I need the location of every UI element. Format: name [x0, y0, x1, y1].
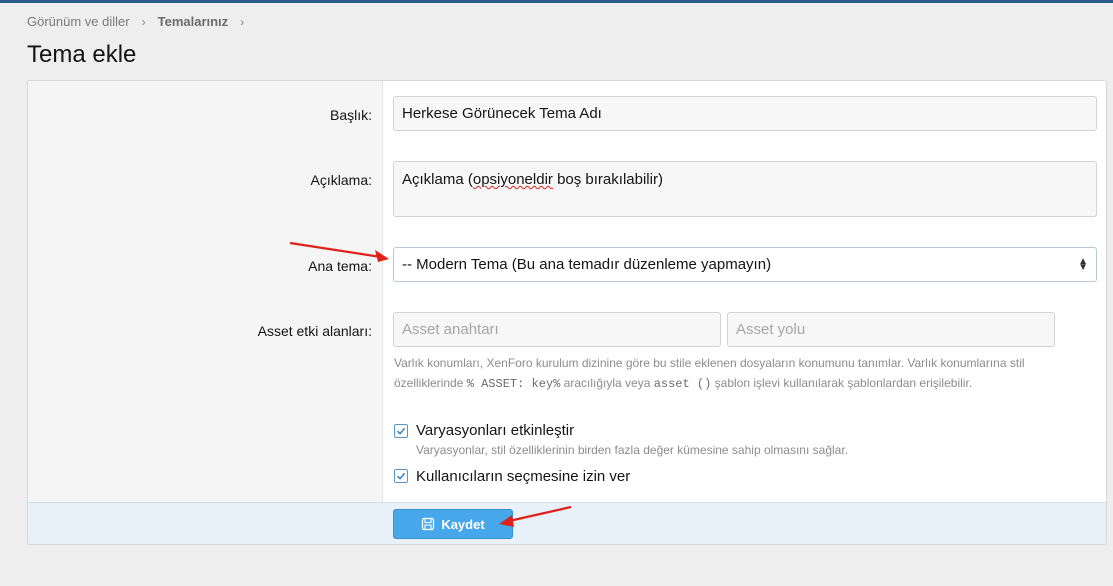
variations-checkbox[interactable] — [394, 424, 408, 438]
check-icon — [396, 472, 406, 480]
parent-theme-value: -- Modern Tema (Bu ana temadır düzenleme… — [402, 256, 772, 273]
save-button[interactable]: Kaydet — [393, 509, 513, 539]
page-title: Tema ekle — [27, 41, 137, 68]
parent-theme-select[interactable]: -- Modern Tema (Bu ana temadır düzenleme… — [393, 247, 1097, 282]
user-select-checkbox[interactable] — [394, 469, 408, 483]
asset-hint: Varlık konumları, XenForo kurulum dizini… — [394, 356, 1025, 391]
label-column — [28, 81, 383, 502]
variations-hint: Varyasyonlar, stil özelliklerinin birden… — [416, 443, 848, 457]
description-textarea[interactable]: Açıklama (opsiyoneldir boş bırakılabilir… — [393, 161, 1097, 217]
asset-key-input[interactable]: Asset anahtarı — [393, 312, 721, 347]
description-label: Açıklama: — [310, 172, 372, 188]
asset-key-placeholder: Asset anahtarı — [402, 321, 499, 338]
asset-path-placeholder: Asset yolu — [736, 321, 806, 338]
breadcrumb: Görünüm ve diller › Temalarınız › — [27, 14, 256, 29]
breadcrumb-separator: › — [141, 14, 146, 29]
theme-form: Başlık: Herkese Görünecek Tema Adı Açıkl… — [27, 80, 1107, 545]
save-icon — [422, 517, 435, 531]
title-input[interactable]: Herkese Görünecek Tema Adı — [393, 96, 1097, 131]
description-value: Açıklama (opsiyoneldir boş bırakılabilir… — [402, 171, 663, 188]
breadcrumb-separator: › — [240, 14, 245, 29]
form-footer — [28, 502, 1106, 544]
variations-label[interactable]: Varyasyonları etkinleştir — [416, 422, 574, 439]
asset-path-input[interactable]: Asset yolu — [727, 312, 1055, 347]
title-input-value: Herkese Görünecek Tema Adı — [402, 105, 602, 122]
check-icon — [396, 427, 406, 435]
select-arrows-icon: ▲ ▼ — [1078, 255, 1088, 273]
breadcrumb-item-themes[interactable]: Temalarınız — [158, 14, 229, 29]
save-button-label: Kaydet — [441, 516, 485, 532]
top-accent-bar — [0, 0, 1113, 3]
breadcrumb-item-appearance[interactable]: Görünüm ve diller — [27, 14, 130, 29]
asset-domains-label: Asset etki alanları: — [257, 323, 372, 339]
parent-theme-label: Ana tema: — [308, 258, 372, 274]
user-select-label[interactable]: Kullanıcıların seçmesine izin ver — [416, 468, 630, 485]
title-label: Başlık: — [329, 107, 372, 123]
